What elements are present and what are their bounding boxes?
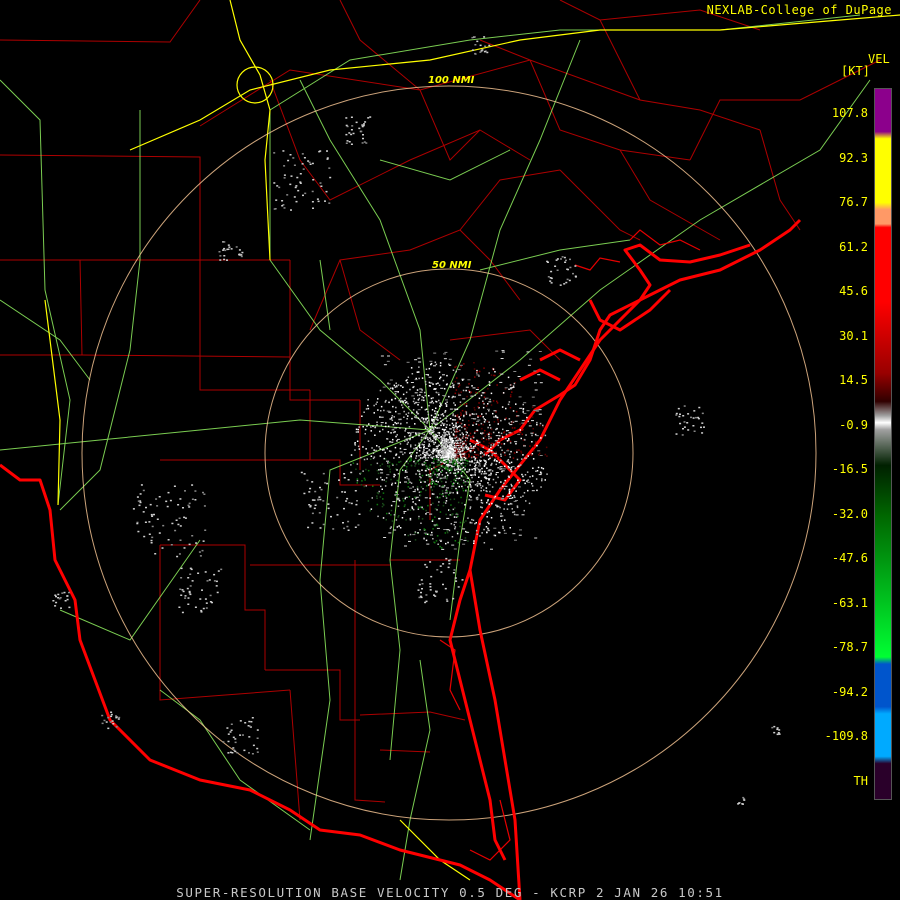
radar-map: 100 NMI 50 NMI [0,0,900,900]
scale-label: -0.9 [839,417,868,432]
credit-label: NEXLAB-College of DuPage [706,3,892,17]
scale-label: -16.5 [831,462,868,476]
scale-label: -109.8 [824,729,868,743]
product-label: VEL [868,52,890,66]
unit-label: [KT] [841,64,870,78]
scale-label: 30.1 [839,328,868,343]
product-caption: SUPER-RESOLUTION BASE VELOCITY 0.5 DEG -… [176,885,724,900]
range-ring-label-50: 50 NMI [432,260,472,271]
scale-label: 14.5 [839,373,868,387]
scale-label: 45.6 [839,284,868,298]
scale-label: -78.7 [831,640,868,654]
scale-label: -63.1 [831,595,868,610]
scale-label: 107.8 [831,106,868,120]
scale-label: -47.6 [831,551,868,565]
scale-label: TH [853,773,868,788]
scale-label: 61.2 [839,239,868,254]
velocity-color-scale [874,88,892,800]
scale-label: -94.2 [831,684,868,699]
scale-label: 92.3 [839,150,868,165]
scale-label: -32.0 [831,506,868,521]
scale-label: 76.7 [839,195,868,209]
range-ring-label-100: 100 NMI [428,75,475,86]
